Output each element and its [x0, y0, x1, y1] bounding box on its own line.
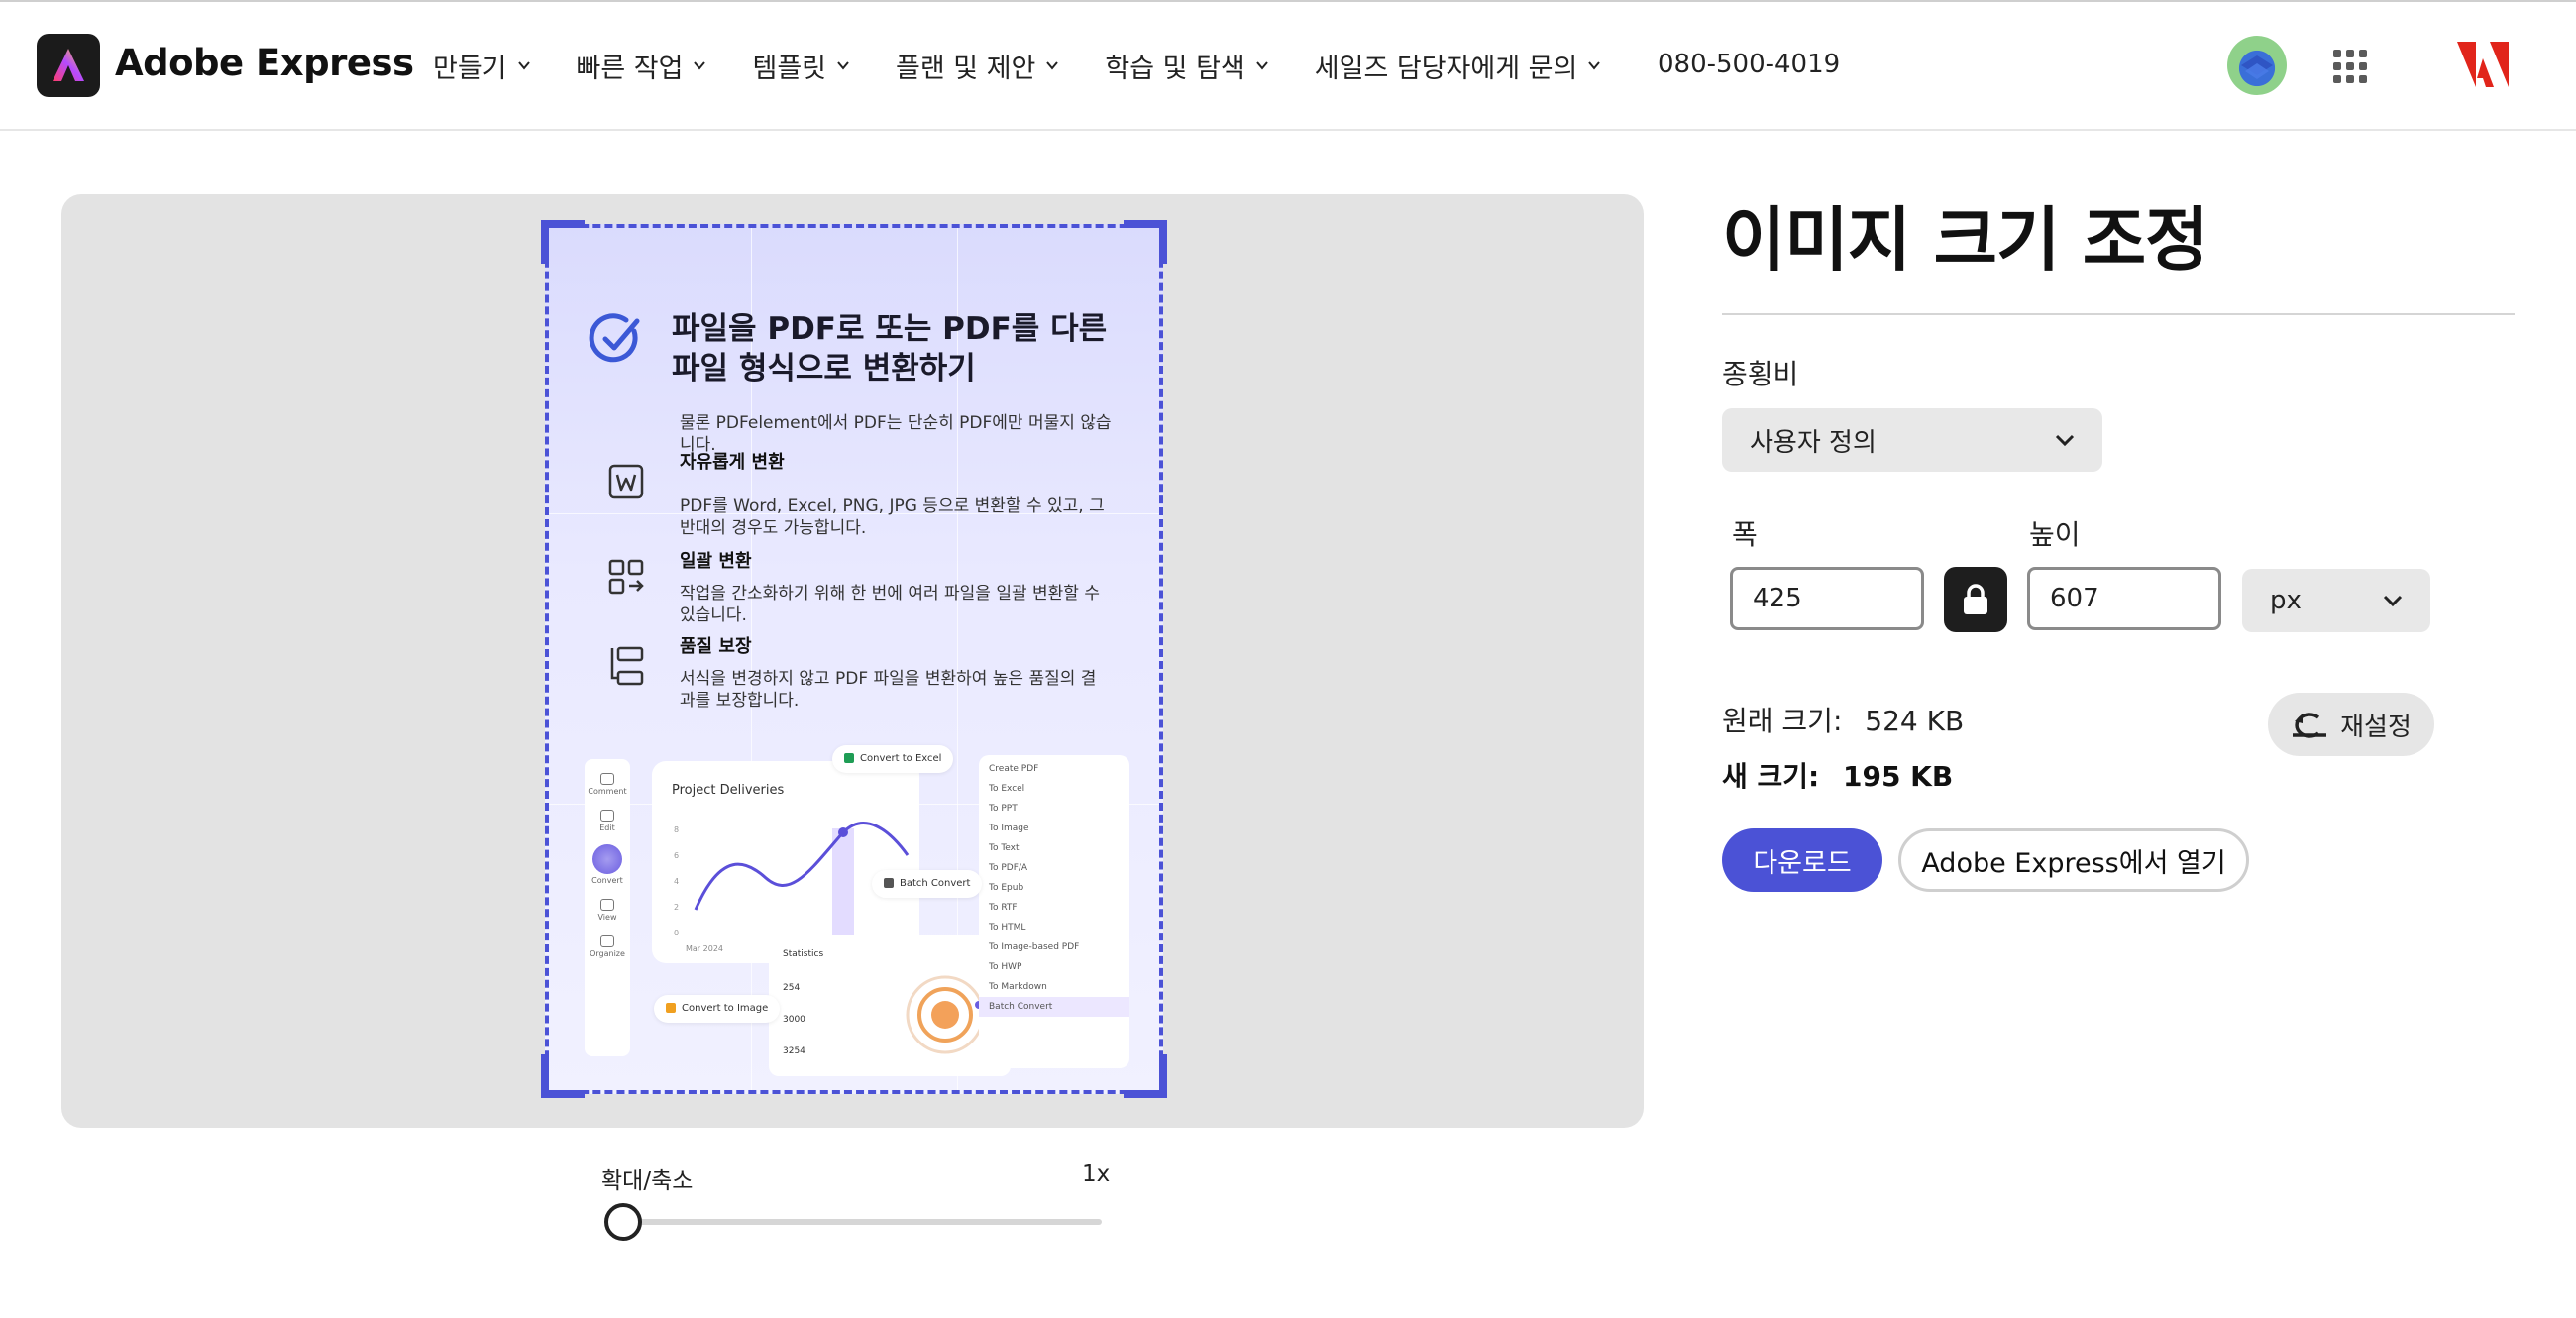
- width-input[interactable]: [1730, 567, 1924, 630]
- divider: [1722, 313, 2515, 315]
- unit-value: px: [2270, 586, 2302, 615]
- zoom-label: 확대/축소: [601, 1168, 694, 1194]
- nav-label: 학습 및 탐색: [1105, 53, 1245, 84]
- original-size-row: 원래 크기: 524 KB: [1722, 700, 1964, 739]
- crop-handle-top-left[interactable]: [541, 220, 585, 264]
- reset-label: 재설정: [2340, 712, 2412, 742]
- crop-frame[interactable]: [545, 224, 1163, 1094]
- original-size-value: 524 KB: [1865, 705, 1965, 737]
- image-preview-canvas: 파일을 PDF로 또는 PDF를 다른 파일 형식으로 변환하기 물론 PDFe…: [61, 194, 1644, 1128]
- height-label: 높이: [2029, 518, 2081, 551]
- undo-icon: [2293, 713, 2327, 738]
- lock-icon: [1964, 584, 1987, 614]
- chevron-down-icon: [837, 61, 849, 70]
- nav-label: 만들기: [433, 53, 507, 84]
- adobe-logo-icon[interactable]: [2457, 42, 2509, 87]
- nav-label: 세일즈 담당자에게 문의: [1314, 53, 1578, 84]
- nav-templates[interactable]: 템플릿: [752, 47, 850, 85]
- chevron-down-icon: [2383, 595, 2403, 607]
- sales-phone-link[interactable]: 080-500-4019: [1658, 50, 1840, 79]
- open-in-express-button[interactable]: Adobe Express에서 열기: [1898, 828, 2249, 892]
- zoom-slider-track[interactable]: [620, 1219, 1102, 1225]
- crop-handle-top-right[interactable]: [1124, 220, 1167, 264]
- adobe-express-logo-icon[interactable]: [37, 34, 100, 97]
- brand-name[interactable]: Adobe Express: [115, 42, 414, 84]
- nav-create[interactable]: 만들기: [433, 47, 531, 85]
- unit-select[interactable]: px: [2242, 569, 2430, 632]
- aspect-ratio-select[interactable]: 사용자 정의: [1722, 408, 2102, 472]
- chevron-down-icon: [517, 61, 530, 70]
- chevron-down-icon: [694, 61, 706, 70]
- height-input[interactable]: [2027, 567, 2221, 630]
- chevron-down-icon: [1588, 61, 1601, 70]
- nav-label: 빠른 작업: [576, 53, 684, 84]
- chevron-down-icon: [1255, 61, 1268, 70]
- aspect-lock-button[interactable]: [1944, 567, 2007, 632]
- new-size-label: 새 크기:: [1722, 760, 1820, 793]
- reset-button[interactable]: 재설정: [2268, 693, 2434, 756]
- app-switcher-icon[interactable]: [2333, 50, 2367, 83]
- chevron-down-icon: [2055, 434, 2075, 447]
- top-border: [0, 0, 2576, 2]
- nav-learn[interactable]: 학습 및 탐색: [1105, 47, 1268, 85]
- zoom-value: 1x: [1082, 1161, 1111, 1187]
- preview-image: 파일을 PDF로 또는 PDF를 다른 파일 형식으로 변환하기 물론 PDFe…: [545, 224, 1163, 1094]
- zoom-slider-thumb[interactable]: [604, 1203, 642, 1241]
- nav-label: 플랜 및 제안: [896, 53, 1036, 84]
- width-label: 폭: [1732, 518, 1758, 551]
- page-title: 이미지 크기 조정: [1722, 199, 2209, 280]
- nav-plans[interactable]: 플랜 및 제안: [896, 47, 1059, 85]
- crop-handle-bottom-right[interactable]: [1124, 1054, 1167, 1098]
- download-button[interactable]: 다운로드: [1722, 828, 1882, 892]
- nav-quick-actions[interactable]: 빠른 작업: [577, 47, 707, 85]
- nav-label: 템플릿: [752, 53, 827, 84]
- original-size-label: 원래 크기:: [1722, 705, 1843, 737]
- crop-handle-bottom-left[interactable]: [541, 1054, 585, 1098]
- new-size-value: 195 KB: [1842, 760, 1954, 793]
- aspect-ratio-value: 사용자 정의: [1750, 427, 1877, 458]
- top-navigation-bar: Adobe Express 만들기 빠른 작업 템플릿 플랜 및 제안 학습 및…: [0, 0, 2576, 131]
- chevron-down-icon: [1046, 61, 1059, 70]
- aspect-ratio-label: 종횡비: [1722, 358, 1799, 390]
- main-nav: 만들기 빠른 작업 템플릿 플랜 및 제안 학습 및 탐색 세일즈 담당자에게 …: [433, 44, 1601, 87]
- new-size-row: 새 크기: 195 KB: [1722, 755, 1953, 795]
- nav-contact-sales[interactable]: 세일즈 담당자에게 문의: [1315, 47, 1602, 85]
- avatar[interactable]: [2227, 36, 2287, 95]
